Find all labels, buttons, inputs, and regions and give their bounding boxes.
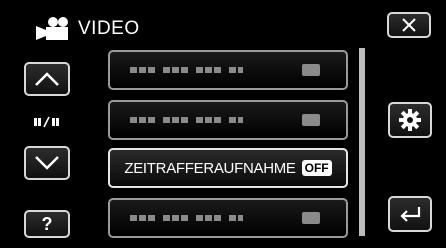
scroll-up-button[interactable]	[24, 62, 70, 96]
off-badge-label: OFF	[304, 161, 329, 175]
header: VIDEO	[30, 14, 140, 44]
chevron-up-icon	[35, 72, 59, 86]
menu-item-placeholder-1[interactable]	[108, 50, 348, 90]
placeholder-text	[130, 212, 320, 224]
placeholder-text	[130, 64, 320, 76]
scroll-down-button[interactable]	[24, 146, 70, 180]
close-icon	[402, 18, 416, 32]
help-label: ?	[41, 213, 53, 234]
gear-icon	[399, 109, 421, 131]
scrollbar[interactable]	[359, 48, 365, 236]
close-button[interactable]	[387, 12, 431, 38]
placeholder-text	[130, 114, 320, 126]
menu-item-placeholder-2[interactable]	[108, 100, 348, 140]
off-badge: OFF	[301, 160, 332, 176]
screen-title: VIDEO	[78, 18, 140, 39]
back-arrow-icon	[400, 207, 421, 222]
menu-item-zeitrafferaufnahme[interactable]: ZEITRAFFERAUFNAHME OFF	[108, 148, 348, 188]
video-camera-icon	[36, 17, 68, 40]
help-button[interactable]: ?	[24, 210, 70, 238]
page-indicator	[24, 110, 70, 134]
menu-item-label: ZEITRAFFERAUFNAHME	[124, 159, 296, 177]
page-indicator-glyph	[34, 116, 59, 128]
chevron-down-icon	[35, 156, 59, 170]
settings-button[interactable]	[388, 102, 432, 138]
back-button[interactable]	[388, 196, 432, 232]
menu-item-placeholder-4[interactable]	[108, 198, 348, 238]
